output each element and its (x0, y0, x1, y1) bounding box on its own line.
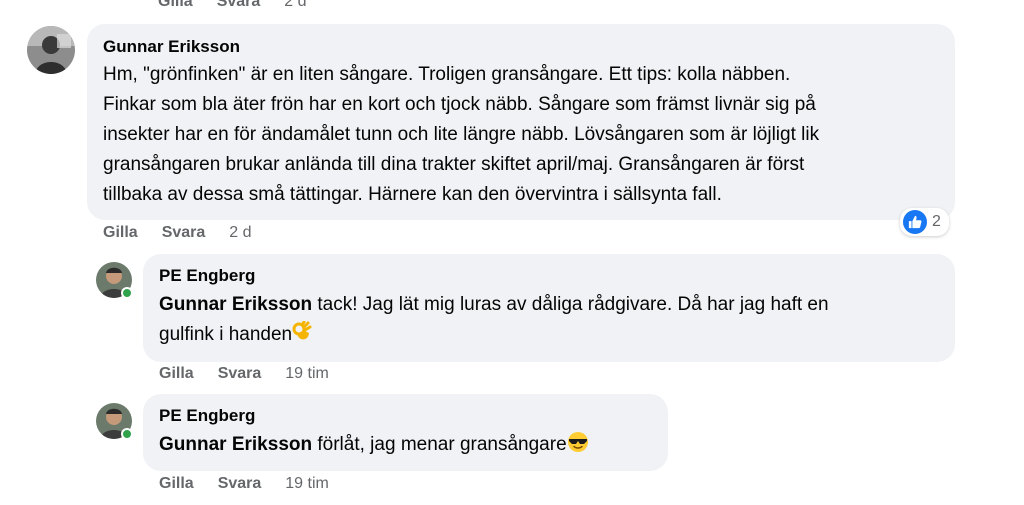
comment-actions: Gilla Svara 19 tim (159, 475, 329, 493)
reaction-count: 2 (932, 213, 941, 230)
comment-line: gulfink i handen (159, 320, 949, 350)
comment-bubble: Gunnar Eriksson Hm, "grönfinken" är en l… (87, 24, 955, 220)
comment-actions: Gilla Svara 19 tim (159, 365, 329, 383)
comment-line: Hm, "grönfinken" är en liten sångare. Tr… (103, 64, 791, 85)
comment-line-text: gulfink i handen (159, 324, 293, 345)
comment-text: Gunnar Eriksson tack! Jag lät mig luras … (159, 290, 949, 350)
comment-line: gransångaren brukar anlända till dina tr… (103, 154, 805, 175)
comment-text: Hm, "grönfinken" är en liten sångare. Tr… (103, 60, 953, 210)
like-icon (903, 210, 927, 234)
mention-link[interactable]: Gunnar Eriksson (159, 434, 312, 455)
reaction-summary[interactable]: 2 (900, 208, 949, 236)
like-link[interactable]: Gilla (159, 365, 194, 383)
like-link[interactable]: Gilla (159, 475, 194, 493)
comment-author[interactable]: Gunnar Eriksson (103, 37, 240, 57)
timestamp[interactable]: 19 tim (285, 475, 329, 493)
top-comment-actions: Gilla Svara 2 d (158, 0, 307, 11)
online-status-indicator (121, 428, 133, 440)
reply-link[interactable]: Svara (162, 224, 206, 242)
avatar[interactable] (27, 26, 75, 74)
timestamp[interactable]: 19 tim (285, 365, 329, 383)
online-status-indicator (121, 287, 133, 299)
reply-link[interactable]: Svara (218, 475, 262, 493)
comment-line-text: förlåt, jag menar gransångare (312, 434, 567, 455)
comment-bubble: PE Engberg Gunnar Eriksson förlåt, jag m… (143, 394, 668, 471)
comment-text: Gunnar Eriksson förlåt, jag menar granså… (159, 430, 664, 460)
comment-line: Gunnar Eriksson förlåt, jag menar granså… (159, 430, 664, 460)
comment-actions: Gilla Svara 2 d (103, 224, 252, 242)
sunglasses-emoji (567, 432, 588, 452)
timestamp[interactable]: 2 d (284, 0, 306, 11)
comment-line: Gunnar Eriksson tack! Jag lät mig luras … (159, 290, 949, 320)
comment-line: insekter har en för ändamålet tunn och l… (103, 124, 820, 145)
mention-link[interactable]: Gunnar Eriksson (159, 294, 312, 315)
timestamp[interactable]: 2 d (229, 224, 251, 242)
reply-link[interactable]: Svara (217, 0, 261, 11)
avatar-photo (27, 26, 75, 74)
reply-link[interactable]: Svara (218, 365, 262, 383)
ok-hand-emoji (292, 321, 312, 340)
like-link[interactable]: Gilla (158, 0, 193, 11)
like-link[interactable]: Gilla (103, 224, 138, 242)
comment-line: tillbaka av dessa små tättingar. Härnere… (103, 184, 722, 205)
comment-line: Finkar som bla äter frön har en kort och… (103, 94, 816, 115)
comment-author[interactable]: PE Engberg (159, 406, 255, 426)
comment-bubble: PE Engberg Gunnar Eriksson tack! Jag lät… (143, 254, 955, 362)
comment-author[interactable]: PE Engberg (159, 266, 255, 286)
comment-line-text: tack! Jag lät mig luras av dåliga rådgiv… (312, 294, 829, 315)
